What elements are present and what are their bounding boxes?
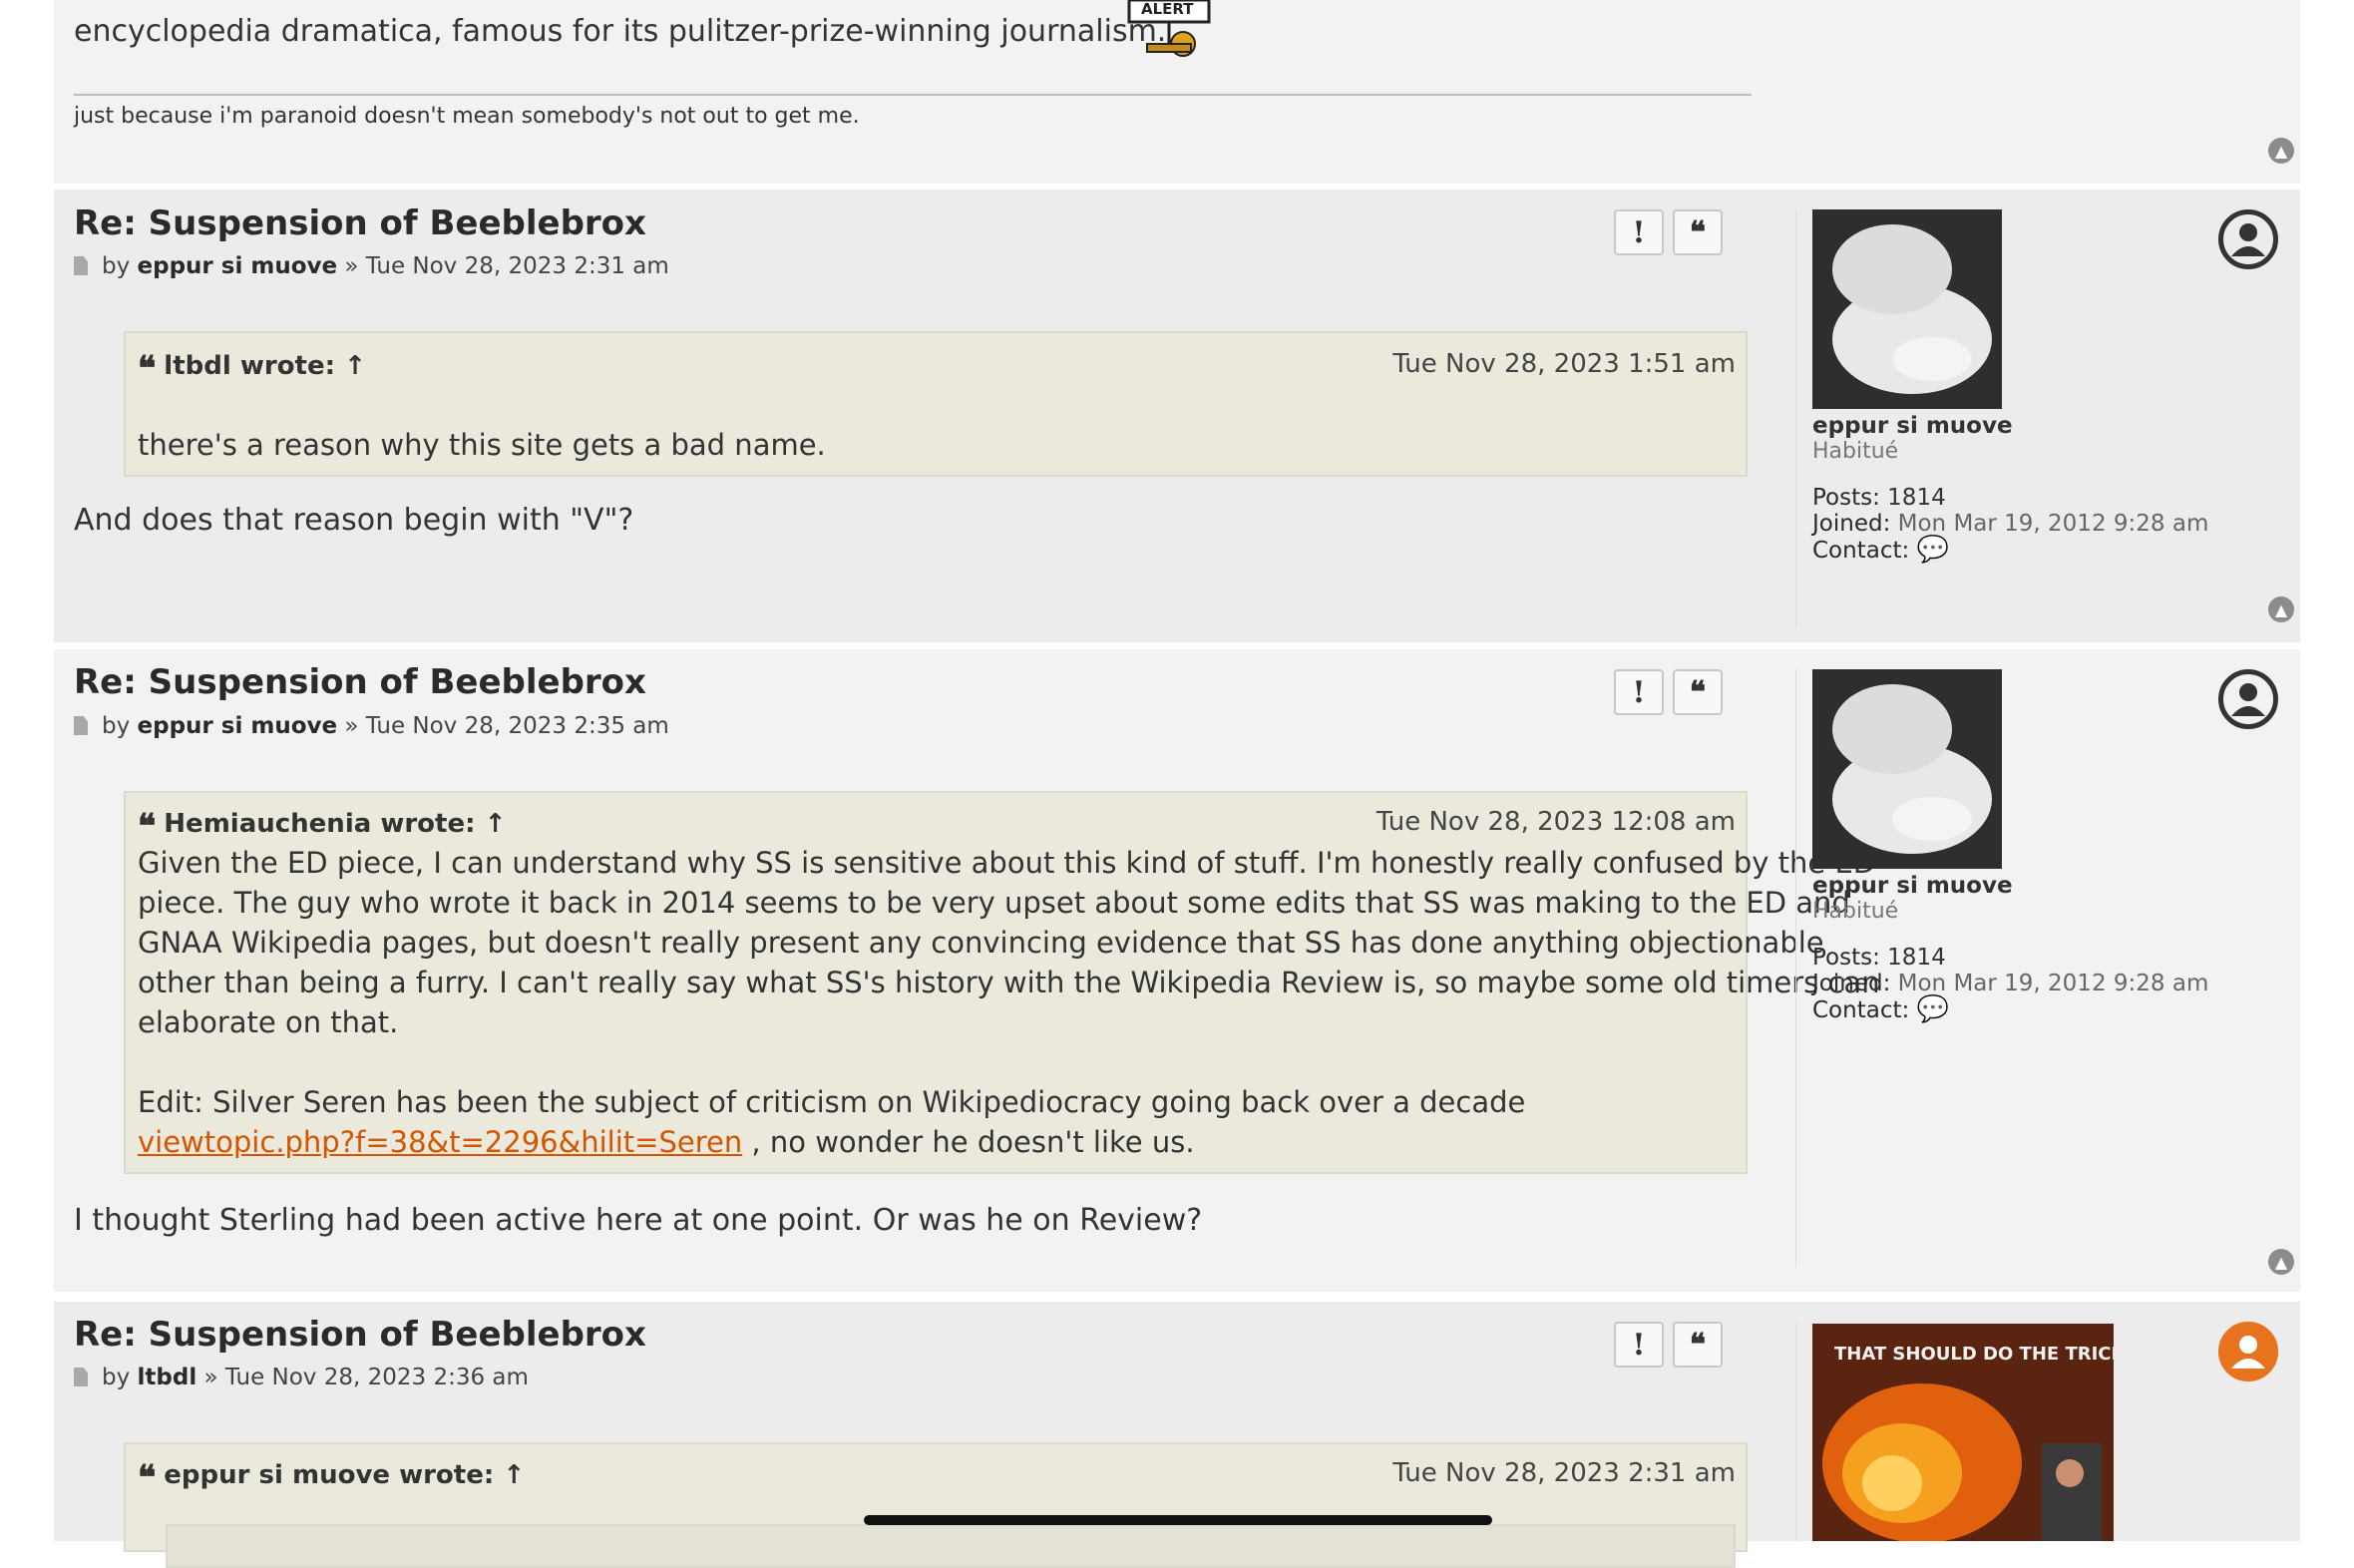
quote-date: Tue Nov 28, 2023 12:08 am [1375,807,1736,837]
post-file-icon[interactable] [74,1368,88,1386]
alert-badge-text: ALERT [1141,0,1194,18]
quote-date: Tue Nov 28, 2023 2:31 am [1392,1458,1736,1488]
profile-divider [1795,1322,1796,1541]
profile-posts-count[interactable]: 1814 [1887,945,1946,971]
post-2-profile: eppur si muove Habitué Posts: 1814 Joine… [1812,873,2209,1024]
profile-joined: Mon Mar 19, 2012 9:28 am [1897,971,2209,996]
report-button[interactable]: ! [1614,669,1664,715]
post-1-quote: ❝ ltbdl wrote: ↑ Tue Nov 28, 2023 1:51 am… [124,331,1748,477]
quote-jump-link[interactable]: ↑ [344,351,366,381]
post-2-body: I thought Sterling had been active here … [74,1203,1203,1238]
avatar[interactable]: THAT SHOULD DO THE TRICK [1812,1324,2114,1541]
back-to-top-icon[interactable]: ▲ [2268,138,2294,164]
post-1-date: » Tue Nov 28, 2023 2:31 am [344,253,669,279]
contact-icon[interactable]: 💬 [1917,994,1949,1024]
post-2-date: » Tue Nov 28, 2023 2:35 am [344,713,669,739]
post-2-meta: by eppur si muove » Tue Nov 28, 2023 2:3… [74,713,669,739]
avatar[interactable] [1812,209,2002,409]
profile-posts-count[interactable]: 1814 [1887,485,1946,511]
post-1-profile: eppur si muove Habitué Posts: 1814 Joine… [1812,413,2209,565]
signature-bottom-text: just because i'm paranoid doesn't mean s… [74,104,860,129]
profile-joined: Mon Mar 19, 2012 9:28 am [1897,511,2209,537]
quote-mark-icon: ❝ [138,807,157,847]
profile-rank: Habitué [1812,439,1899,464]
quote-mark-icon: ❝ [138,1458,157,1498]
report-button[interactable]: ! [1614,1322,1664,1368]
quote-date: Tue Nov 28, 2023 1:51 am [1392,349,1736,379]
quote-header: ❝ Hemiauchenia wrote: ↑ [138,807,507,847]
quote-link[interactable]: viewtopic.php?f=38&t=2296&hilit=Seren [138,1125,742,1159]
post-2-quote: ❝ Hemiauchenia wrote: ↑ Tue Nov 28, 2023 … [124,791,1880,1174]
post-file-icon[interactable] [74,716,88,735]
profile-username[interactable]: eppur si muove [1812,873,2208,899]
quote-text: Given the ED piece, I can understand why… [138,846,1880,1159]
online-status-icon [2218,1322,2278,1381]
post-2-title[interactable]: Re: Suspension of Beeblebrox [74,662,646,702]
quote-button[interactable]: ❝ [1673,669,1723,715]
post-file-icon[interactable] [74,256,88,275]
offline-status-icon [2218,669,2278,729]
post-3-meta: by ltbdl » Tue Nov 28, 2023 2:36 am [74,1365,529,1390]
profile-divider [1795,669,1796,1268]
back-to-top-icon[interactable]: ▲ [2268,596,2294,622]
post-1-author[interactable]: eppur si muove [138,253,338,279]
nested-quote [166,1524,1736,1568]
profile-rank: Habitué [1812,899,1899,924]
contact-icon[interactable]: 💬 [1917,535,1949,565]
quote-header: ❝ ltbdl wrote: ↑ [138,349,366,389]
scroll-indicator[interactable] [864,1515,1492,1525]
quote-header: ❝ eppur si muove wrote: ↑ [138,1458,526,1498]
quote-jump-link[interactable]: ↑ [485,809,507,839]
avatar-caption: THAT SHOULD DO THE TRICK [1834,1344,2114,1365]
report-button[interactable]: ! [1614,209,1664,255]
offline-status-icon [2218,209,2278,269]
post-2-author[interactable]: eppur si muove [138,713,338,739]
post-3-author[interactable]: ltbdl [138,1365,197,1390]
signature-divider [74,94,1752,96]
profile-username[interactable]: eppur si muove [1812,413,2208,439]
troll-alert-icon: ALERT [1127,0,1215,58]
quote-button[interactable]: ❝ [1673,209,1723,255]
post-3-title[interactable]: Re: Suspension of Beeblebrox [74,1315,646,1355]
post-1-body: And does that reason begin with "V"? [74,503,634,538]
back-to-top-icon[interactable]: ▲ [2268,1249,2294,1275]
post-1-meta: by eppur si muove » Tue Nov 28, 2023 2:3… [74,253,669,279]
post-3-quote: ❝ eppur si muove wrote: ↑ Tue Nov 28, 202… [124,1442,1748,1568]
signature-top-text: encyclopedia dramatica, famous for its p… [74,14,1167,49]
quote-jump-link[interactable]: ↑ [503,1460,525,1490]
quote-mark-icon: ❝ [138,349,157,389]
profile-divider [1795,209,1796,628]
quote-text: there's a reason why this site gets a ba… [138,428,826,462]
avatar[interactable] [1812,669,2002,869]
post-1-title[interactable]: Re: Suspension of Beeblebrox [74,203,646,243]
quote-button[interactable]: ❝ [1673,1322,1723,1368]
post-3-date: » Tue Nov 28, 2023 2:36 am [203,1365,529,1390]
